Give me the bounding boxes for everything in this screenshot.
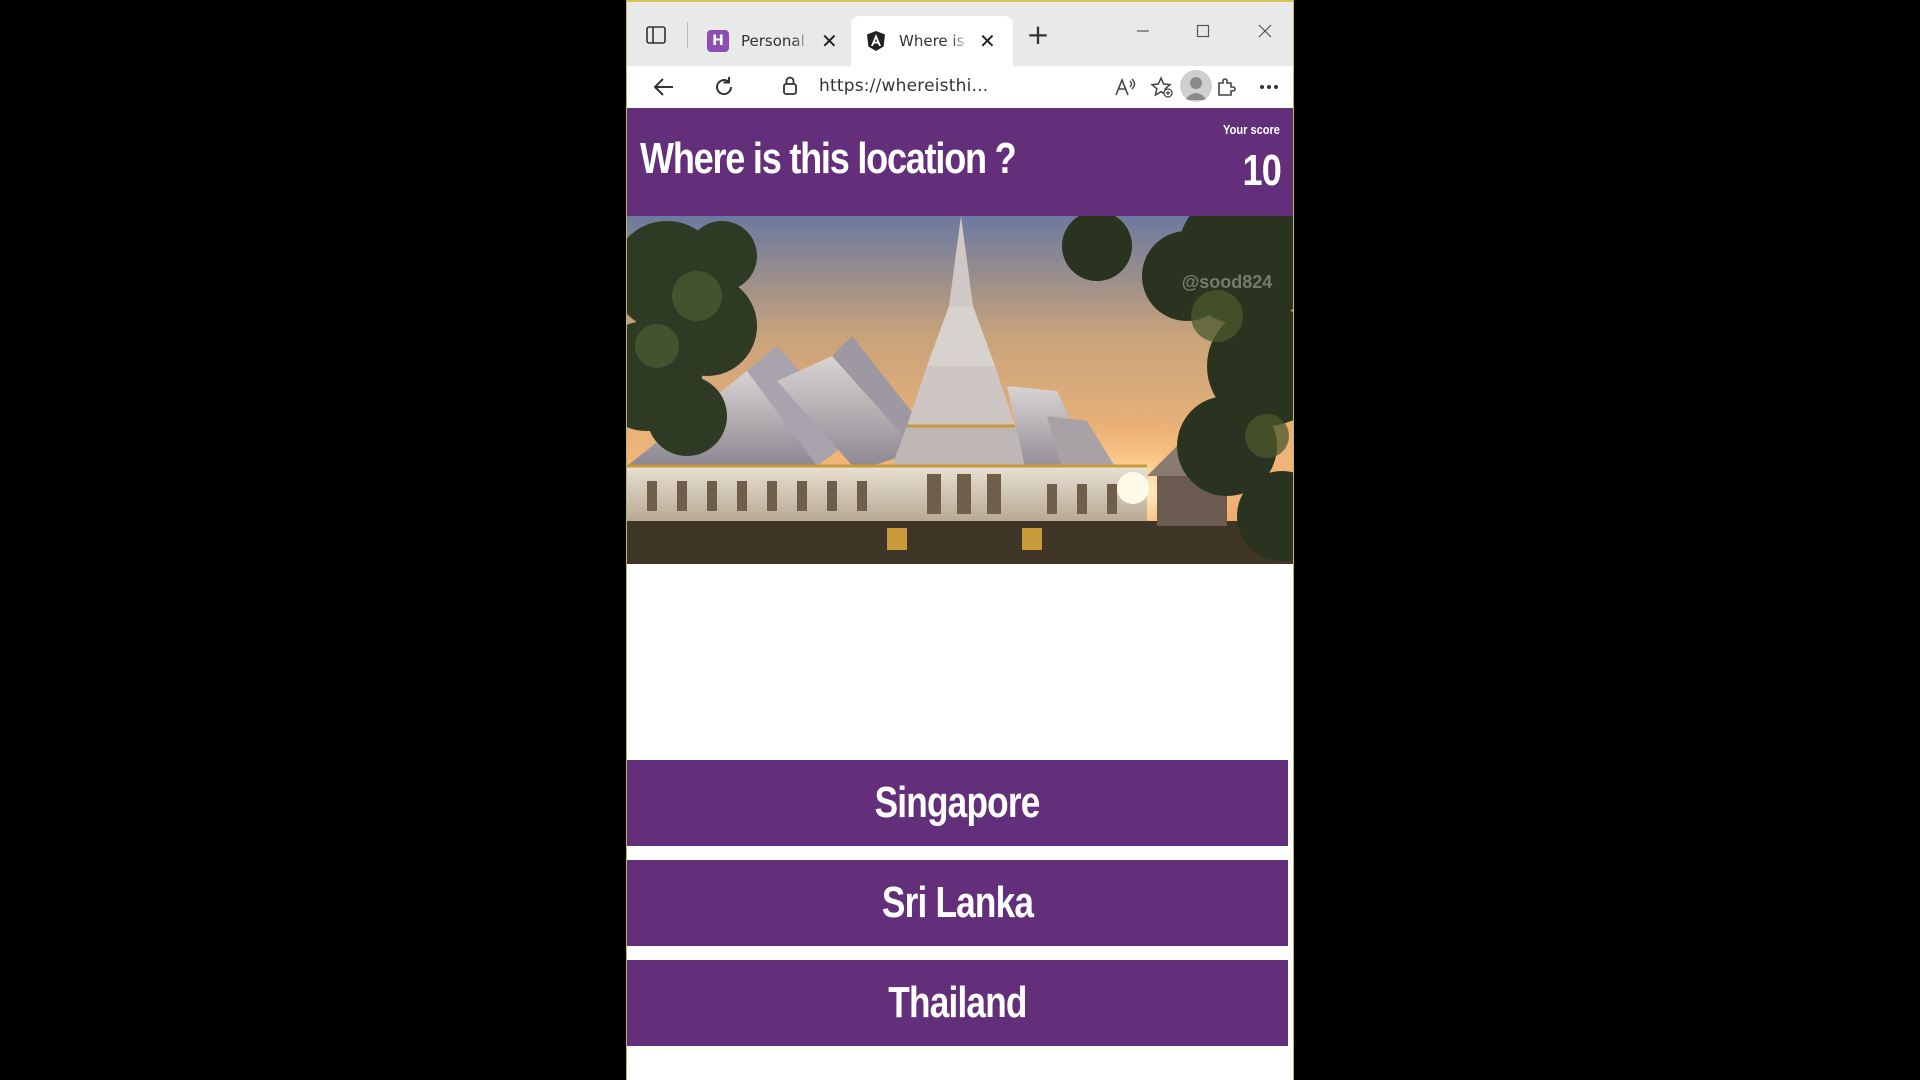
app-header: Where is this location ? Your score 10 xyxy=(627,108,1293,216)
score-label: Your score xyxy=(1223,122,1280,137)
answer-button-sri-lanka[interactable]: Sri Lanka xyxy=(627,860,1288,946)
tab-strip: H Personal a ✕ Where is t ✕ + xyxy=(627,2,1293,66)
answer-list: Singapore Sri Lanka Thailand xyxy=(627,760,1288,1060)
answer-button-thailand[interactable]: Thailand xyxy=(627,960,1288,1046)
page-title: Where is this location ? xyxy=(640,134,1017,183)
h-logo-icon: H xyxy=(707,30,729,52)
url-text: https://whereisthi... xyxy=(819,76,989,96)
address-bar[interactable]: https://whereisthi... xyxy=(761,66,1093,106)
close-icon[interactable]: ✕ xyxy=(821,31,838,51)
extensions-icon[interactable] xyxy=(1209,70,1243,104)
profile-avatar[interactable] xyxy=(1180,70,1212,102)
read-aloud-icon[interactable] xyxy=(1108,70,1142,104)
answer-button-singapore[interactable]: Singapore xyxy=(627,760,1288,846)
window-close-icon[interactable] xyxy=(1245,16,1285,46)
address-toolbar: https://whereisthi... xyxy=(627,66,1293,109)
close-icon[interactable]: ✕ xyxy=(979,31,996,51)
lock-icon[interactable] xyxy=(773,69,807,103)
new-tab-button[interactable]: + xyxy=(1023,20,1053,50)
location-photo: @sood824 xyxy=(627,216,1293,564)
answer-label: Thailand xyxy=(888,978,1027,1027)
angular-icon xyxy=(865,30,887,52)
score-value: 10 xyxy=(1242,146,1281,195)
maximize-icon[interactable] xyxy=(1183,16,1223,46)
tab-title: Personal a xyxy=(741,32,811,50)
reload-icon[interactable] xyxy=(707,70,741,104)
tab-where-is-this[interactable]: Where is t ✕ xyxy=(851,16,1013,66)
answer-label: Singapore xyxy=(875,778,1041,827)
back-arrow-icon[interactable] xyxy=(647,70,681,104)
tab-actions-icon[interactable] xyxy=(643,22,669,48)
tab-title: Where is t xyxy=(899,32,969,50)
more-options-icon[interactable] xyxy=(1252,70,1286,104)
tab-divider xyxy=(687,22,688,48)
browser-window: H Personal a ✕ Where is t ✕ + https://wh… xyxy=(626,0,1294,1080)
photo-watermark: @sood824 xyxy=(1182,272,1273,292)
answer-label: Sri Lanka xyxy=(881,878,1034,927)
add-favorite-icon[interactable] xyxy=(1145,70,1179,104)
tab-personal[interactable]: H Personal a ✕ xyxy=(697,16,857,66)
minimize-icon[interactable] xyxy=(1123,16,1163,46)
